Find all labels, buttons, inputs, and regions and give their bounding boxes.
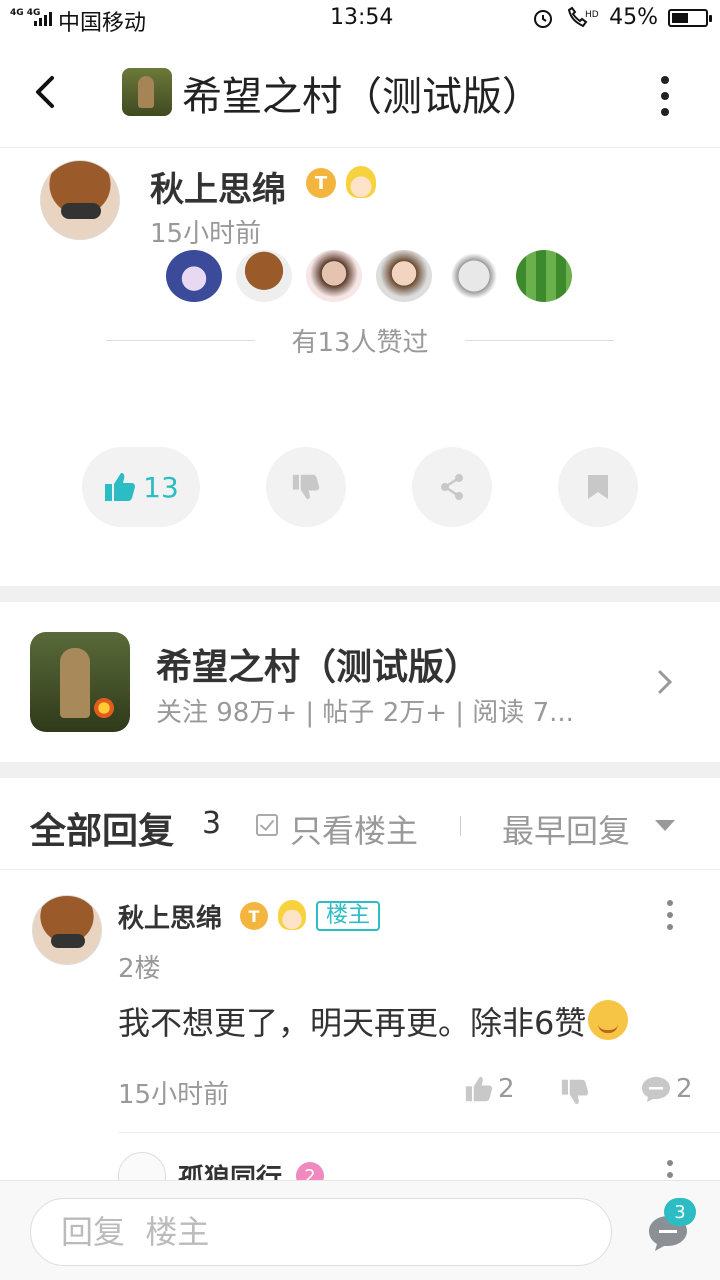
owner-tag: 楼主 (316, 901, 381, 931)
sort-dropdown[interactable]: 最早回复 (502, 806, 630, 852)
like-count: 13 (143, 470, 179, 504)
reply-dislike-button[interactable] (560, 1078, 590, 1110)
more-vertical-icon[interactable] (650, 76, 680, 116)
level-badge-icon: T (240, 902, 268, 930)
divider (106, 339, 256, 341)
page-title[interactable]: 希望之村（测试版） (182, 64, 542, 122)
checkbox-icon[interactable] (256, 814, 278, 836)
hd-call-icon: HD (567, 6, 599, 27)
alarm-icon (534, 9, 553, 28)
liker-avatar[interactable] (166, 250, 222, 302)
forum-card[interactable]: 希望之村（测试版） 关注 98万+ | 帖子 2万+ | 阅读 7... (0, 602, 720, 762)
reply-like-button[interactable]: 2 (464, 1074, 515, 1104)
bottom-reply-bar (0, 1180, 720, 1280)
reply-comment-count: 2 (676, 1074, 693, 1104)
replies-header: 全部回复 3 只看楼主 最早回复 (0, 778, 720, 870)
thumbs-up-icon (105, 473, 136, 501)
carrier-name: 中国移动 (58, 11, 147, 36)
smirk-emoji-icon (588, 1000, 629, 1040)
only-owner-toggle[interactable]: 只看楼主 (290, 806, 418, 852)
thumbs-down-icon (292, 474, 320, 500)
liker-avatar[interactable] (446, 250, 502, 302)
replies-title: 全部回复 (30, 811, 175, 852)
section-separator (0, 586, 720, 602)
reply-content: 我不想更了，明天再更。除非6赞 (118, 1004, 587, 1042)
likers-count-text: 有13人赞过 (291, 327, 429, 358)
reply-floor: 2楼 (118, 954, 161, 984)
share-button[interactable] (412, 447, 492, 527)
thumbs-down-icon (561, 1079, 589, 1105)
liker-avatar[interactable] (236, 250, 292, 302)
divider (118, 1132, 720, 1133)
divider (464, 339, 614, 341)
forum-logo-icon (122, 68, 172, 116)
likers-list[interactable] (166, 250, 572, 302)
thumbs-up-icon (465, 1076, 493, 1102)
post-time: 15小时前 (150, 219, 262, 249)
divider (460, 816, 461, 836)
back-chevron-icon (36, 76, 54, 108)
signal-icon (34, 12, 52, 26)
member-badge-icon (278, 900, 306, 930)
liker-avatar[interactable] (516, 250, 572, 302)
reply-input[interactable] (30, 1198, 612, 1266)
comment-count-badge: 3 (664, 1198, 696, 1226)
liker-avatar[interactable] (306, 250, 362, 302)
status-bar: 4G 4G 中国移动 13:54 HD 45% (0, 0, 720, 38)
bookmark-icon (588, 475, 608, 499)
liker-avatar[interactable] (376, 250, 432, 302)
reply-like-count: 2 (498, 1074, 515, 1104)
dislike-button[interactable] (266, 447, 346, 527)
reply-comment-button[interactable]: 2 (640, 1074, 693, 1104)
author-name[interactable]: 秋上思绵 (150, 162, 286, 211)
replies-count: 3 (202, 806, 222, 841)
forum-name: 希望之村（测试版） (156, 647, 481, 688)
reply-time: 15小时前 (118, 1080, 230, 1110)
avatar[interactable] (40, 160, 120, 240)
section-separator (0, 762, 720, 778)
forum-stats: 关注 98万+ | 帖子 2万+ | 阅读 7... (156, 698, 574, 728)
share-icon (441, 474, 463, 500)
battery-percent: 45% (609, 5, 658, 30)
comment-icon (642, 1077, 670, 1102)
level-badge-icon: T (306, 168, 336, 198)
battery-icon (668, 8, 712, 27)
more-vertical-icon[interactable] (664, 900, 676, 930)
member-badge-icon (346, 166, 376, 198)
reply-author[interactable]: 秋上思绵 (118, 898, 222, 935)
likers-summary[interactable]: 有13人赞过 (106, 320, 614, 360)
clock: 13:54 (330, 5, 394, 30)
forum-logo-icon (30, 632, 130, 732)
back-button[interactable] (24, 68, 64, 116)
avatar[interactable] (32, 895, 102, 965)
svg-text:HD: HD (585, 10, 599, 20)
chevron-right-icon (650, 662, 680, 702)
caret-down-icon[interactable] (655, 820, 675, 831)
bookmark-button[interactable] (558, 447, 638, 527)
title-bar: 希望之村（测试版） (0, 38, 720, 148)
like-button[interactable]: 13 (82, 447, 200, 527)
